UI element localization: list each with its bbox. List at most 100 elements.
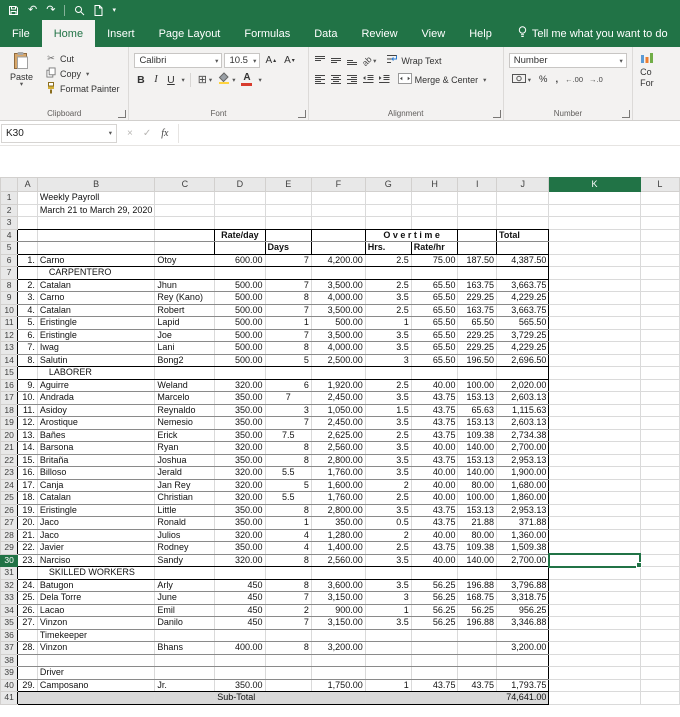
cell-C30[interactable]: Sandy [154, 554, 216, 567]
cell-J40[interactable]: 1,793.75 [496, 679, 550, 692]
cell-E33[interactable]: 7 [265, 591, 312, 605]
column-header-F[interactable]: F [310, 177, 366, 192]
cell-I26[interactable]: 153.13 [457, 504, 498, 517]
row-header-23[interactable]: 23 [0, 466, 19, 480]
cell-D40[interactable]: 350.00 [214, 679, 266, 692]
cell-C16[interactable]: Weland [154, 379, 216, 392]
cell-D4[interactable]: Rate/day [214, 229, 266, 242]
cell-F4[interactable] [311, 229, 366, 242]
cell-L5[interactable] [640, 241, 680, 255]
cell-H41[interactable] [411, 691, 459, 705]
cell-A22[interactable]: 15. [17, 454, 38, 467]
cell-G40[interactable]: 1 [365, 679, 412, 692]
column-header-A[interactable]: A [17, 177, 38, 192]
cell-C24[interactable]: Jan Rey [154, 479, 216, 492]
cell-I29[interactable]: 109.38 [457, 541, 498, 555]
cell-B35[interactable]: Vinzon [37, 616, 156, 630]
cell-D3[interactable] [214, 216, 266, 230]
cell-D2[interactable] [214, 204, 266, 217]
cell-D19[interactable]: 350.00 [214, 416, 266, 430]
cell-I9[interactable]: 229.25 [457, 291, 498, 305]
row-header-12[interactable]: 12 [0, 328, 19, 342]
cell-A17[interactable]: 10. [17, 391, 38, 405]
cell-J39[interactable] [496, 666, 550, 680]
cell-B36[interactable]: Timekeeper [37, 629, 156, 642]
cell-K16[interactable] [548, 379, 641, 392]
cell-G38[interactable] [365, 654, 412, 667]
cell-K35[interactable] [548, 616, 641, 630]
cell-K19[interactable] [548, 416, 641, 430]
cell-B7[interactable]: CARPENTERO [37, 266, 156, 280]
cell-J1[interactable] [496, 191, 550, 205]
cell-C28[interactable]: Julios [154, 529, 216, 542]
cell-K26[interactable] [548, 504, 641, 517]
italic-button[interactable]: I [149, 72, 162, 87]
cell-B16[interactable]: Aguirre [37, 379, 156, 392]
cell-K37[interactable] [548, 641, 641, 655]
cell-I34[interactable]: 56.25 [457, 604, 498, 617]
cell-A9[interactable]: 3. [17, 291, 38, 305]
cell-J17[interactable]: 2,603.13 [496, 391, 550, 405]
cell-C17[interactable]: Marcelo [154, 391, 216, 405]
column-header-I[interactable]: I [457, 177, 498, 192]
align-bottom-icon[interactable] [346, 55, 358, 66]
cell-D41[interactable]: Sub-Total [214, 691, 266, 705]
cell-L15[interactable] [640, 366, 680, 380]
cell-A37[interactable]: 28. [17, 641, 38, 655]
cell-J32[interactable]: 3,796.88 [496, 579, 550, 592]
font-size-select[interactable]: 10.5 ▾ [224, 53, 261, 68]
cell-H8[interactable]: 65.50 [411, 279, 459, 292]
cell-B15[interactable]: LABORER [37, 366, 156, 380]
cell-L33[interactable] [640, 591, 680, 605]
cell-A32[interactable]: 24. [17, 579, 38, 592]
cell-A31[interactable] [17, 566, 38, 580]
cell-G13[interactable]: 3.5 [365, 341, 412, 355]
cell-J30[interactable]: 2,700.00 [496, 554, 550, 567]
row-header-28[interactable]: 28 [0, 528, 19, 542]
cell-F8[interactable]: 3,500.00 [311, 279, 366, 292]
cell-F38[interactable] [311, 654, 366, 667]
cell-B2[interactable]: March 21 to March 29, 2020 [37, 204, 156, 217]
cell-F5[interactable] [311, 241, 366, 255]
cell-I16[interactable]: 100.00 [457, 379, 498, 392]
cell-K25[interactable] [548, 491, 641, 505]
column-header-D[interactable]: D [214, 177, 266, 192]
cell-D1[interactable] [214, 191, 266, 205]
cell-G24[interactable]: 2 [365, 479, 412, 492]
cell-I21[interactable]: 140.00 [457, 441, 498, 455]
cell-K38[interactable] [548, 654, 641, 667]
cell-C26[interactable]: Little [154, 504, 216, 517]
cell-H23[interactable]: 40.00 [411, 466, 459, 480]
cell-D22[interactable]: 350.00 [214, 454, 266, 467]
row-header-5[interactable]: 5 [0, 241, 19, 255]
cell-F23[interactable]: 1,760.00 [311, 466, 366, 480]
cell-A19[interactable]: 12. [17, 416, 38, 430]
column-header-C[interactable]: C [154, 177, 216, 192]
copy-button[interactable]: Copy ▾ [45, 67, 120, 80]
cell-A21[interactable]: 14. [17, 441, 38, 455]
cell-C4[interactable] [154, 229, 216, 242]
cell-D34[interactable]: 450 [214, 604, 266, 617]
cell-E41[interactable] [265, 691, 312, 705]
cell-C7[interactable] [154, 266, 216, 280]
cell-A28[interactable]: 21. [17, 529, 38, 542]
cell-H11[interactable]: 65.50 [411, 316, 459, 330]
cell-K30[interactable] [547, 553, 642, 568]
row-header-10[interactable]: 10 [0, 303, 19, 317]
cell-A14[interactable]: 8. [17, 354, 38, 367]
cell-G26[interactable]: 3.5 [365, 504, 412, 517]
align-top-icon[interactable] [314, 55, 326, 66]
cell-D8[interactable]: 500.00 [214, 279, 266, 292]
row-header-40[interactable]: 40 [0, 678, 19, 692]
row-header-39[interactable]: 39 [0, 666, 19, 680]
cell-K23[interactable] [548, 466, 641, 480]
cell-I11[interactable]: 65.50 [457, 316, 498, 330]
cell-G15[interactable] [365, 366, 412, 380]
cell-C39[interactable] [154, 666, 216, 680]
cell-H7[interactable] [411, 266, 459, 280]
cell-G16[interactable]: 2.5 [365, 379, 412, 392]
cell-L14[interactable] [640, 354, 680, 367]
cell-H36[interactable] [411, 629, 459, 642]
cell-D12[interactable]: 500.00 [214, 329, 266, 342]
cell-E34[interactable]: 2 [265, 604, 312, 617]
